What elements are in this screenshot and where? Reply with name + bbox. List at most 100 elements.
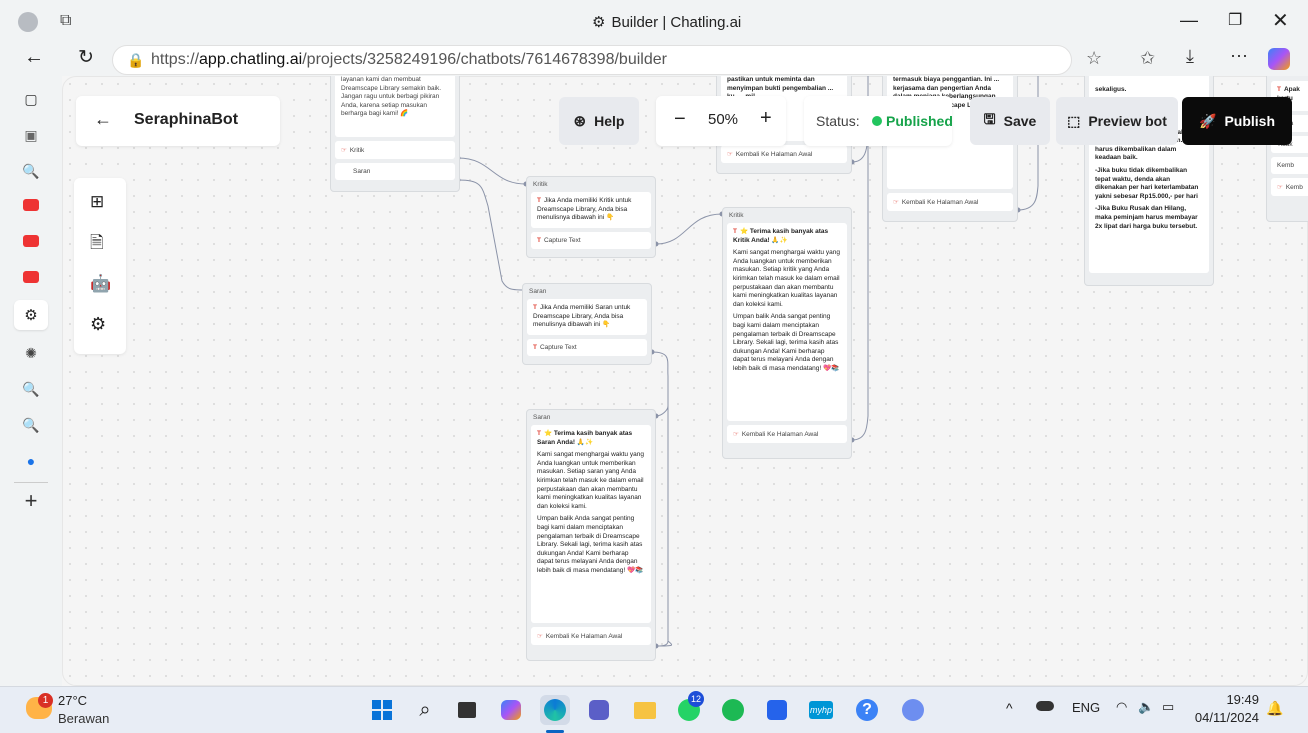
help-button[interactable]: ⊛ Help	[559, 97, 639, 145]
back-arrow-icon[interactable]: ←	[94, 109, 112, 130]
pointer-icon: ☞	[893, 199, 899, 206]
publish-button[interactable]: 🚀 Publish	[1182, 97, 1292, 145]
refresh-icon[interactable]: ↻	[78, 46, 94, 69]
node-far-right-row5[interactable]: ☞ Kemb	[1271, 178, 1308, 196]
node-kritik-thanks-p1: Kami sangat menghargai waktu yang Anda l…	[733, 249, 840, 308]
store-icon[interactable]	[762, 695, 792, 725]
wifi-icon[interactable]: ◠	[1116, 699, 1127, 715]
preview-bot-button[interactable]: ⬚ Preview bot	[1056, 97, 1178, 145]
notification-bell-icon[interactable]: 🔔	[1266, 700, 1283, 717]
node-kritik-thanks[interactable]: Kritik T ⭐ Terima kasih banyak atas Kriti…	[722, 207, 852, 459]
status-panel: Status: Published	[804, 96, 953, 146]
myhp-icon[interactable]: myhp	[806, 695, 836, 725]
node-kritik-thanks-back[interactable]: ☞ Kembali Ke Halaman Awal	[727, 425, 847, 443]
node-kritik-header: Kritik	[533, 181, 548, 188]
tab-actions-icon[interactable]: ⧉	[60, 12, 71, 30]
close-button[interactable]: ✕	[1272, 8, 1289, 33]
node-kritik[interactable]: Kritik T Jika Anda memiliki Kritik untuk …	[526, 176, 656, 258]
pointer-icon: ☞	[727, 151, 733, 158]
lock-icon: 🔒	[127, 52, 145, 68]
text-type-icon: T	[533, 343, 537, 351]
sidebar-app-icon[interactable]: ●	[20, 450, 42, 472]
teams-icon[interactable]	[584, 695, 614, 725]
node-saran-thanks-p2: Umpan balik Anda sangat penting bagi kam…	[537, 515, 644, 574]
url-field[interactable]: 🔒 https://app.chatling.ai/projects/32582…	[112, 45, 1072, 75]
zoom-out-button[interactable]: −	[674, 108, 686, 131]
sidebar-tabs-icon[interactable]: ▢	[20, 88, 42, 110]
search-icon[interactable]: ⌕	[410, 695, 440, 725]
clock-date[interactable]: 04/11/2024	[1182, 710, 1259, 725]
spotify-icon[interactable]	[718, 695, 748, 725]
node-saran-header: Saran	[529, 288, 547, 295]
text-type-icon: T	[537, 430, 541, 437]
document-code-icon[interactable]: 🗎	[90, 230, 104, 259]
downloads-icon[interactable]: ⤓	[1186, 46, 1194, 67]
sidebar-youtube-icon-3[interactable]	[20, 266, 42, 288]
windows-start-icon[interactable]	[367, 695, 397, 725]
more-menu-icon[interactable]: ⋯	[1230, 46, 1248, 67]
sidebar-collections-icon[interactable]: ▣	[20, 124, 42, 146]
back-icon[interactable]: ←	[24, 46, 44, 69]
sidebar-search-icon-3[interactable]: 🔍	[20, 414, 42, 436]
node-intro[interactable]: layanan kami dan membuat Dreamscape Libr…	[330, 76, 460, 192]
node-saran[interactable]: Saran T Jika Anda memiliki Saran untuk Dr…	[522, 283, 652, 365]
sidebar-openai-icon[interactable]: ✺	[20, 342, 42, 364]
sidebar-search-icon-2[interactable]: 🔍	[20, 378, 42, 400]
node-denda-back[interactable]: ☞ Kembali Ke Halaman Awal	[887, 193, 1013, 211]
floppy-icon: 🖫	[983, 111, 996, 127]
battery-icon[interactable]: ▭	[1162, 699, 1174, 715]
help-app-icon[interactable]: ?	[852, 695, 882, 725]
save-button[interactable]: 🖫 Save	[970, 97, 1050, 145]
node-kritik-capture[interactable]: T Capture Text	[531, 231, 651, 249]
sidebar-active-gear-icon[interactable]: ⚙	[14, 300, 48, 330]
calculator-app-icon[interactable]	[898, 695, 928, 725]
node-saran-thanks-text: T ⭐ Terima kasih banyak atas Saran Anda! …	[531, 425, 651, 623]
gear-icon: ⚙	[592, 14, 606, 31]
node-saran-thanks[interactable]: Saran T ⭐ Terima kasih banyak atas Saran …	[526, 409, 656, 661]
node-saran-thanks-header: Saran	[533, 414, 551, 421]
task-view-icon[interactable]	[452, 695, 482, 725]
weather-badge: 1	[38, 693, 53, 708]
pointer-icon: ☞	[733, 431, 739, 438]
edge-browser-icon[interactable]	[540, 695, 570, 725]
clock-time[interactable]: 19:49	[1213, 692, 1259, 707]
language-indicator[interactable]: ENG	[1072, 700, 1100, 715]
favorites-list-icon[interactable]: ✩	[1140, 48, 1155, 69]
node-saran-capture[interactable]: T Capture Text	[527, 338, 647, 356]
profile-avatar[interactable]	[18, 12, 38, 32]
windows-taskbar: 1 27°C Berawan ⌕ 12 myhp ? ^ ENG ◠ 🔈 ▭ 1…	[0, 686, 1308, 733]
sidebar-youtube-icon-2[interactable]	[20, 230, 42, 252]
node-pengembalian-back[interactable]: ☞ Kembali Ke Halaman Awal	[721, 145, 847, 163]
sidebar-search-icon[interactable]: 🔍	[20, 160, 42, 182]
minimize-button[interactable]: —	[1180, 10, 1198, 31]
volume-icon[interactable]: 🔈	[1138, 699, 1154, 715]
restore-button[interactable]: ❐	[1228, 10, 1242, 30]
connector-kritik	[457, 157, 527, 185]
bot-icon[interactable]: 🤖	[90, 274, 111, 294]
window-title: ⚙ Builder | Chatling.ai	[592, 13, 742, 32]
bot-name: SeraphinaBot	[134, 111, 239, 128]
pointer-icon: ☞	[537, 633, 543, 640]
status-dot-icon	[872, 116, 882, 126]
zoom-in-button[interactable]: +	[760, 107, 772, 130]
node-intro-option-saran[interactable]: Saran	[335, 163, 455, 180]
node-kritik-thanks-text: T ⭐ Terima kasih banyak atas Kritik Anda!…	[727, 223, 847, 421]
tools-panel: ⊞ 🗎 🤖 ⚙	[74, 178, 126, 354]
tray-chevron-up-icon[interactable]: ^	[1006, 700, 1013, 716]
text-type-icon: T	[537, 197, 541, 204]
file-explorer-icon[interactable]	[630, 695, 660, 725]
weather-desc: Berawan	[58, 711, 110, 726]
sidebar-youtube-icon-1[interactable]	[20, 194, 42, 216]
layout-blocks-icon[interactable]: ⊞	[90, 192, 104, 212]
node-far-right-row4[interactable]: Kemb	[1271, 157, 1308, 174]
sidebar-add-icon[interactable]: +	[20, 488, 42, 513]
node-saran-thanks-back[interactable]: ☞ Kembali Ke Halaman Awal	[531, 627, 651, 645]
favorite-star-icon[interactable]: ☆	[1086, 48, 1102, 69]
builder-canvas[interactable]: layanan kami dan membuat Dreamscape Libr…	[62, 76, 1308, 686]
node-intro-option-kritik[interactable]: ☞ Kritik	[335, 141, 455, 159]
copilot-icon[interactable]	[1268, 48, 1290, 70]
settings-gear-icon[interactable]: ⚙	[90, 314, 106, 335]
copilot-taskbar-icon[interactable]	[496, 695, 526, 725]
onedrive-icon[interactable]	[1036, 701, 1054, 711]
browser-sidebar: ▢ ▣ 🔍 ⚙ ✺ 🔍 🔍 ● +	[0, 76, 62, 686]
